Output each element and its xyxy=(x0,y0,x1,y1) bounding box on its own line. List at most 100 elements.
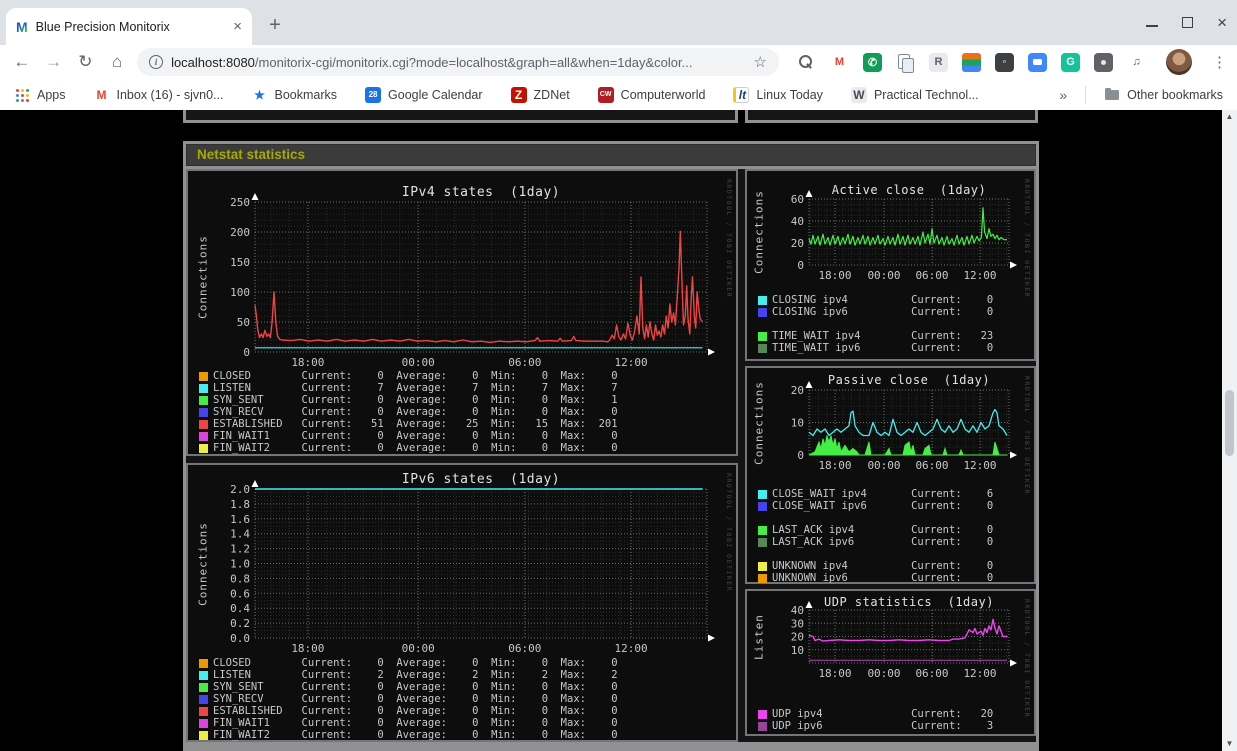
svg-text:0.2: 0.2 xyxy=(230,617,250,630)
legend-row: UDP ipv6 Current: 3 xyxy=(758,720,1030,732)
zdnet-icon: Z xyxy=(510,86,527,103)
svg-text:06:00: 06:00 xyxy=(508,356,541,369)
section-title: Netstat statistics xyxy=(186,144,1036,166)
bookmark-label: Computerworld xyxy=(620,87,706,102)
legend-swatch xyxy=(199,718,208,728)
legend-text: LISTEN Current: 7 Average: 7 Min: 7 Max:… xyxy=(213,382,618,394)
search-extension-icon[interactable] xyxy=(797,53,816,72)
forward-button[interactable]: → xyxy=(42,50,66,74)
voice-icon[interactable]: ✆ xyxy=(863,52,882,72)
playlist-icon[interactable]: ♫ xyxy=(1127,53,1146,72)
svg-text:18:00: 18:00 xyxy=(818,667,851,680)
legend-row: UNKNOWN ipv4 Current: 0 xyxy=(758,560,1030,572)
browser-menu-icon[interactable]: ⋮ xyxy=(1212,53,1227,71)
legend-row: CLOSE_WAIT ipv4 Current: 6 xyxy=(758,488,1030,500)
dark-app-icon[interactable]: ◦ xyxy=(995,52,1014,72)
ipv4-states-legend: CLOSED Current: 0 Average: 0 Min: 0 Max:… xyxy=(199,370,732,454)
reload-button[interactable]: ↻ xyxy=(74,50,98,74)
scroll-up-icon[interactable]: ▲ xyxy=(1222,110,1237,124)
ipv6-states-ylabel: Connections xyxy=(196,521,210,606)
minimize-button[interactable] xyxy=(1146,24,1159,27)
close-window-button[interactable]: × xyxy=(1217,14,1227,31)
legend-swatch xyxy=(758,573,767,583)
passive-close-ylabel: Connections xyxy=(752,380,766,465)
copy-pages-icon[interactable] xyxy=(896,53,915,73)
active-tab[interactable]: M Blue Precision Monitorix × xyxy=(6,8,252,45)
books-stack-icon[interactable] xyxy=(962,52,981,72)
legend-swatch xyxy=(199,407,208,417)
legend-row: UDP ipv4 Current: 20 xyxy=(758,708,1030,720)
legend-swatch xyxy=(199,443,208,453)
page-scrollbar[interactable]: ▲ ▼ xyxy=(1222,110,1237,751)
rrdtool-watermark: RRDTOOL / TOBI OETIKER xyxy=(1023,376,1031,496)
legend-text: UNKNOWN ipv6 Current: 0 xyxy=(772,572,994,584)
bookmark-inbox[interactable]: M Inbox (16) - sjvn0... xyxy=(94,87,224,103)
bookmark-bookmarks[interactable]: ★ Bookmarks xyxy=(252,87,337,103)
bookmark-practical-tech[interactable]: W Practical Technol... xyxy=(850,86,979,103)
svg-text:12:00: 12:00 xyxy=(615,356,648,369)
page-viewport: Netstat statistics 0 50 100 150 200 250 18:00 0… xyxy=(0,110,1237,751)
bookmark-linux-today[interactable]: lt Linux Today xyxy=(733,86,823,103)
legend-swatch xyxy=(199,431,208,441)
page-info-icon[interactable]: i xyxy=(149,55,164,69)
bookmarks-divider xyxy=(1085,85,1087,104)
legend-swatch xyxy=(199,371,208,381)
legend-swatch xyxy=(758,709,767,719)
puzzle-extensions-icon[interactable] xyxy=(1094,52,1113,72)
bookmark-label: Inbox (16) - sjvn0... xyxy=(116,87,224,102)
legend-row: SYN_SENT Current: 0 Average: 0 Min: 0 Ma… xyxy=(199,681,732,693)
address-bar[interactable]: i localhost:8080/monitorix-cgi/monitorix… xyxy=(137,48,779,76)
bookmark-star-icon[interactable]: ☆ xyxy=(754,53,767,71)
svg-text:0: 0 xyxy=(797,449,804,462)
grammarly-icon[interactable]: G xyxy=(1061,52,1080,72)
folder-icon xyxy=(1104,87,1120,103)
legend-text: SYN_RECV Current: 0 Average: 0 Min: 0 Ma… xyxy=(213,693,618,705)
browser-window: M Blue Precision Monitorix × + × ← → ↻ ⌂… xyxy=(0,0,1237,751)
legend-row: LAST_ACK ipv6 Current: 0 xyxy=(758,536,1030,548)
rrdtool-watermark: RRDTOOL / TOBI OETIKER xyxy=(725,179,733,299)
new-tab-button[interactable]: + xyxy=(262,12,288,38)
computerworld-icon: CW xyxy=(597,86,614,103)
svg-text:1.0: 1.0 xyxy=(230,558,250,571)
bookmarks-overflow-chevron[interactable]: » xyxy=(1059,87,1067,103)
back-button[interactable]: ← xyxy=(10,50,34,74)
bookmark-zdnet[interactable]: Z ZDNet xyxy=(510,86,570,103)
svg-text:20: 20 xyxy=(791,237,804,250)
scrollbar-thumb[interactable] xyxy=(1225,390,1234,456)
url-text[interactable]: localhost:8080/monitorix-cgi/monitorix.c… xyxy=(171,55,745,70)
tab-close-icon[interactable]: × xyxy=(233,19,242,34)
legend-row: LISTEN Current: 7 Average: 7 Min: 7 Max:… xyxy=(199,382,732,394)
svg-text:00:00: 00:00 xyxy=(867,667,900,680)
bookmark-computerworld[interactable]: CW Computerworld xyxy=(597,86,706,103)
bookmark-google-calendar[interactable]: 28 Google Calendar xyxy=(365,86,483,103)
legend-swatch xyxy=(758,525,767,535)
legend-swatch xyxy=(758,307,767,317)
home-button[interactable]: ⌂ xyxy=(105,50,129,74)
svg-text:100: 100 xyxy=(230,286,250,299)
other-bookmarks-button[interactable]: Other bookmarks xyxy=(1104,87,1223,103)
ipv4-states-title: IPv4 states (1day) xyxy=(401,185,561,200)
legend-text: UNKNOWN ipv4 Current: 0 xyxy=(772,560,994,572)
r-extension-icon[interactable]: R xyxy=(929,52,948,72)
browser-toolbar: ← → ↻ ⌂ i localhost:8080/monitorix-cgi/m… xyxy=(0,45,1237,79)
zoom-camera-icon[interactable] xyxy=(1028,52,1047,72)
svg-text:40: 40 xyxy=(791,604,804,617)
profile-avatar[interactable] xyxy=(1166,49,1192,75)
bookmark-apps[interactable]: Apps xyxy=(14,87,66,103)
netstat-section: Netstat statistics 0 50 100 150 200 250 18:00 0… xyxy=(183,141,1039,751)
window-controls: × xyxy=(1146,0,1227,45)
scroll-down-icon[interactable]: ▼ xyxy=(1222,737,1237,751)
gmail-icon: M xyxy=(96,87,107,102)
maximize-button[interactable] xyxy=(1182,17,1194,28)
rrdtool-watermark: RRDTOOL / TOBI OETIKER xyxy=(725,473,733,593)
legend-swatch xyxy=(758,501,767,511)
gmail-icon[interactable]: M xyxy=(830,52,849,72)
svg-text:18:00: 18:00 xyxy=(818,269,851,282)
svg-text:06:00: 06:00 xyxy=(915,459,948,472)
legend-text: FIN_WAIT2 Current: 0 Average: 0 Min: 0 M… xyxy=(213,442,618,454)
legend-swatch xyxy=(199,658,208,668)
legend-text: LAST_ACK ipv4 Current: 0 xyxy=(772,524,994,536)
passive-close-legend: CLOSE_WAIT ipv4 Current: 6 CLOSE_WAIT ipv… xyxy=(758,488,1030,584)
chart-panel-active-close: 0 20 40 60 18:00 00:00 06:00 12:00 Active close … xyxy=(745,169,1036,361)
svg-text:0.0: 0.0 xyxy=(230,632,250,645)
